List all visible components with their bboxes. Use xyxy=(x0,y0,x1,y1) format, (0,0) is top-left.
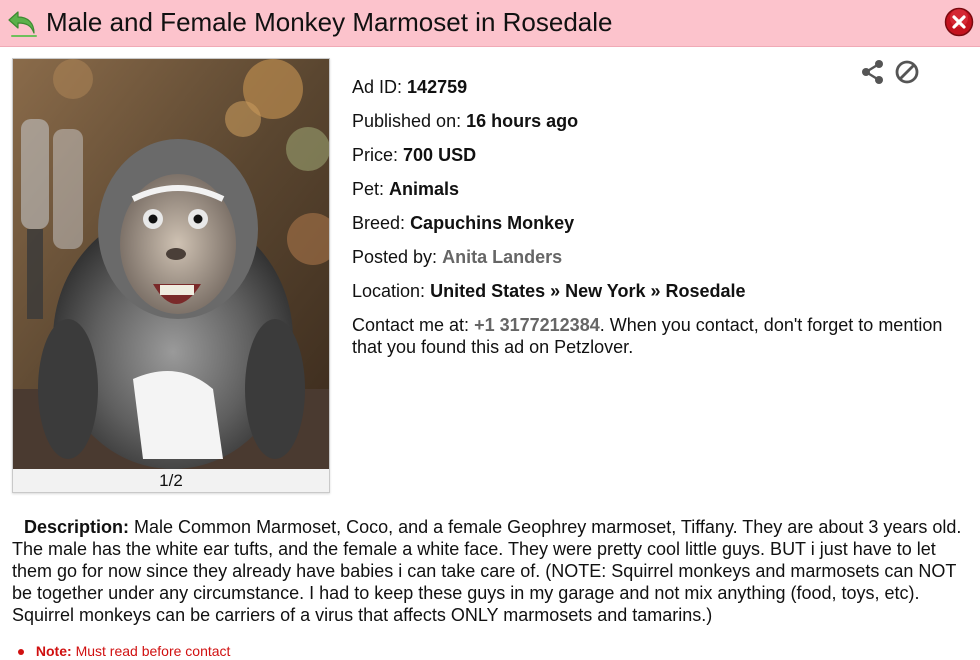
image-counter: 1/2 xyxy=(159,471,183,490)
note-item: Note: Must read before contact xyxy=(18,642,230,660)
published-label: Published on: xyxy=(352,111,462,131)
description-label: Description: xyxy=(24,517,130,537)
pet-label: Pet: xyxy=(352,179,385,199)
price-label: Price: xyxy=(352,145,399,165)
pet-value: Animals xyxy=(389,179,460,199)
pet-row: Pet: Animals xyxy=(352,178,962,200)
description-text: Male Common Marmoset, Coco, and a female… xyxy=(12,517,962,625)
price-value: 700 USD xyxy=(403,145,477,165)
ad-description: Description: Male Common Marmoset, Coco,… xyxy=(12,516,962,626)
ad-id-value: 142759 xyxy=(407,77,468,97)
monkey-photo[interactable] xyxy=(13,59,329,469)
posted-by-label: Posted by: xyxy=(352,247,438,267)
breed-row: Breed: Capuchins Monkey xyxy=(352,212,962,234)
header-bar: Male and Female Monkey Marmoset in Rosed… xyxy=(0,0,980,47)
ad-details: Ad ID: 142759 Published on: 16 hours ago… xyxy=(352,76,962,370)
back-arrow-icon[interactable] xyxy=(6,6,40,40)
note-text: Must read before contact xyxy=(75,643,231,659)
ad-id-label: Ad ID: xyxy=(352,77,403,97)
phone-link[interactable]: +1 3177212384 xyxy=(474,315,600,335)
contact-row: Contact me at: +1 3177212384. When you c… xyxy=(352,314,962,358)
ad-id-row: Ad ID: 142759 xyxy=(352,76,962,98)
photo-gallery[interactable]: 1/2 xyxy=(12,58,330,493)
location-value: United States » New York » Rosedale xyxy=(430,281,746,301)
note-label: Note: xyxy=(35,643,72,659)
breed-label: Breed: xyxy=(352,213,406,233)
breed-value: Capuchins Monkey xyxy=(410,213,575,233)
page-title: Male and Female Monkey Marmoset in Rosed… xyxy=(46,7,613,37)
location-row: Location: United States » New York » Ros… xyxy=(352,280,962,302)
location-label: Location: xyxy=(352,281,426,301)
posted-by-row: Posted by: Anita Landers xyxy=(352,246,962,268)
price-row: Price: 700 USD xyxy=(352,144,962,166)
close-icon[interactable] xyxy=(944,7,974,37)
published-row: Published on: 16 hours ago xyxy=(352,110,962,132)
contact-label: Contact me at: xyxy=(352,315,470,335)
published-value: 16 hours ago xyxy=(466,111,579,131)
poster-link[interactable]: Anita Landers xyxy=(442,247,562,267)
bullet-icon xyxy=(18,649,24,656)
